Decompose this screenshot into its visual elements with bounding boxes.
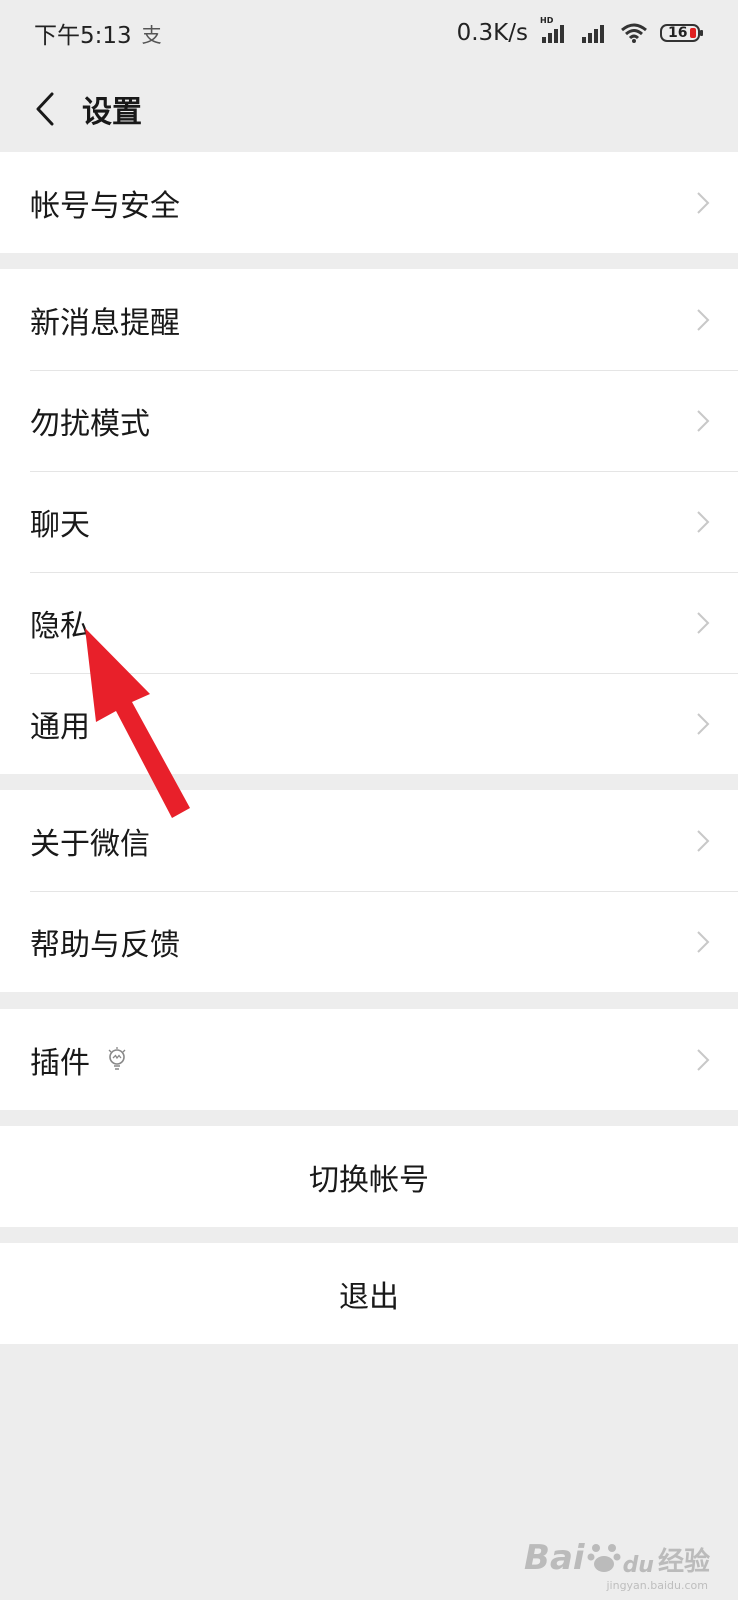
chevron-right-icon: [697, 611, 710, 634]
settings-group-about: 关于微信 帮助与反馈: [0, 790, 738, 992]
settings-group-plugins: 插件: [0, 1009, 738, 1110]
chevron-right-icon: [697, 1048, 710, 1071]
settings-item-label: 勿扰模式: [30, 406, 150, 442]
settings-item-plugins[interactable]: 插件: [0, 1009, 738, 1110]
switch-account-label: 切换帐号: [309, 1162, 429, 1198]
status-bar: 下午5:13 支 0.3K/s HD 16: [0, 0, 738, 66]
paw-icon: [587, 1540, 621, 1574]
chevron-right-icon: [697, 510, 710, 533]
nav-bar: 设置: [0, 66, 738, 152]
settings-item-help-feedback[interactable]: 帮助与反馈: [0, 891, 738, 992]
settings-item-label: 隐私: [30, 608, 90, 644]
back-button[interactable]: [10, 66, 80, 152]
settings-item-do-not-disturb[interactable]: 勿扰模式: [0, 370, 738, 471]
settings-group-account: 帐号与安全: [0, 152, 738, 253]
chevron-right-icon: [697, 409, 710, 432]
settings-item-privacy[interactable]: 隐私: [0, 572, 738, 673]
settings-item-about-wechat[interactable]: 关于微信: [0, 790, 738, 891]
signal-icon: [580, 22, 608, 44]
signal-hd-icon: HD: [540, 16, 568, 44]
logout-button[interactable]: 退出: [0, 1243, 738, 1344]
chevron-right-icon: [697, 308, 710, 331]
logout-group: 退出: [0, 1243, 738, 1344]
settings-group-general: 新消息提醒 勿扰模式 聊天 隐私 通用: [0, 269, 738, 774]
baidu-logo-paw-text: du: [622, 1553, 654, 1578]
logout-label: 退出: [339, 1279, 399, 1315]
wifi-icon: [620, 22, 648, 44]
settings-item-notifications[interactable]: 新消息提醒: [0, 269, 738, 370]
page-title: 设置: [82, 95, 142, 130]
settings-item-label: 帐号与安全: [30, 188, 180, 224]
settings-item-label: 通用: [30, 709, 90, 745]
settings-item-label: 关于微信: [30, 826, 150, 862]
chevron-right-icon: [697, 191, 710, 214]
lightbulb-icon: [106, 1046, 128, 1073]
switch-account-button[interactable]: 切换帐号: [0, 1126, 738, 1227]
settings-item-label: 插件: [30, 1045, 90, 1081]
alipay-icon: 支: [141, 22, 162, 47]
settings-item-account-security[interactable]: 帐号与安全: [0, 152, 738, 253]
baidu-watermark: Bai du 经验: [524, 1538, 710, 1578]
watermark-url: jingyan.baidu.com: [606, 1579, 708, 1592]
chevron-right-icon: [697, 712, 710, 735]
network-speed: 0.3K/s: [456, 20, 528, 46]
chevron-right-icon: [697, 930, 710, 953]
baidu-logo-text: Bai: [524, 1538, 585, 1578]
settings-item-label: 聊天: [30, 507, 90, 543]
settings-item-label: 新消息提醒: [30, 305, 180, 341]
battery-icon: 16: [660, 23, 704, 43]
settings-item-label: 帮助与反馈: [30, 927, 180, 963]
chevron-left-icon: [36, 92, 54, 126]
battery-level: 16: [668, 25, 688, 41]
jingyan-text: 经验: [657, 1547, 710, 1577]
settings-item-chat[interactable]: 聊天: [0, 471, 738, 572]
settings-item-general[interactable]: 通用: [0, 673, 738, 774]
switch-account-group: 切换帐号: [0, 1126, 738, 1227]
hd-label: HD: [540, 16, 554, 25]
chevron-right-icon: [697, 829, 710, 852]
status-time: 下午5:13: [34, 23, 132, 49]
